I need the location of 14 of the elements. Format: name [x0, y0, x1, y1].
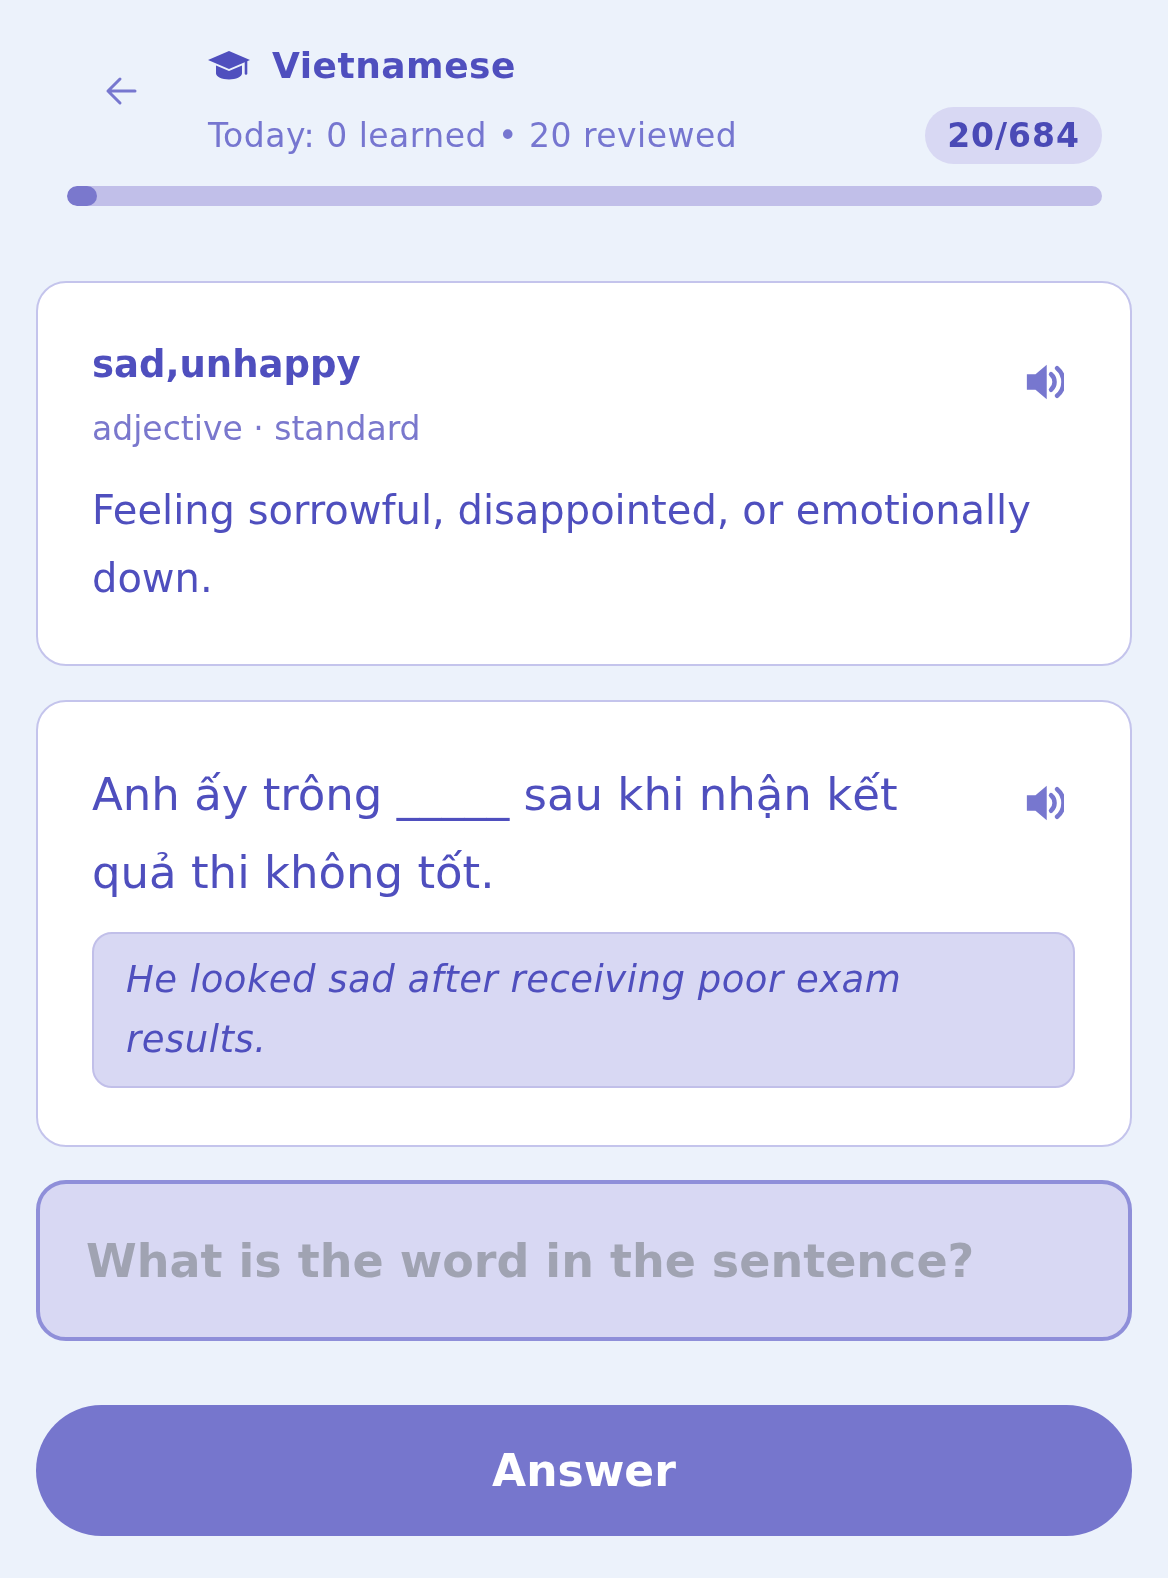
- word-definition: Feeling sorrowful, disappointed, or emotionally down.: [92, 486, 1032, 603]
- back-arrow-icon[interactable]: [105, 76, 137, 106]
- speaker-icon[interactable]: [1026, 784, 1064, 822]
- progress-counter: 20/684: [925, 107, 1102, 164]
- speaker-icon[interactable]: [1026, 363, 1064, 401]
- graduation-cap-icon: [208, 50, 250, 80]
- course-title: Vietnamese: [272, 44, 516, 86]
- example-sentence: Anh ấy trông _____ sau khi nhận kết quả thi không tốt.: [92, 767, 899, 901]
- example-translation: He looked sad after receiving poor exam results.: [92, 932, 1075, 1088]
- word-term: sad,unhappy: [92, 342, 362, 388]
- answer-input[interactable]: What is the word in the sentence?: [36, 1180, 1132, 1341]
- daily-stats: Today: 0 learned • 20 reviewed: [208, 116, 738, 155]
- answer-button[interactable]: Answer: [36, 1405, 1132, 1536]
- word-meta: adjective · standard: [92, 408, 421, 450]
